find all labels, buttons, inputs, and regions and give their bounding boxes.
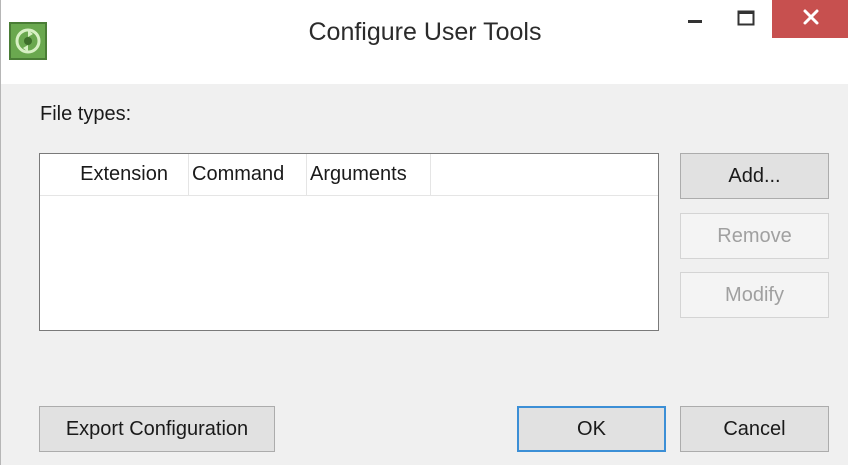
title-bar[interactable]: Configure User Tools [1, 0, 848, 84]
minimize-icon [687, 10, 703, 31]
file-types-list[interactable]: Extension Command Arguments [39, 153, 659, 331]
cancel-button[interactable]: Cancel [680, 406, 829, 452]
file-types-label: File types: [40, 103, 132, 125]
export-configuration-button[interactable]: Export Configuration [39, 406, 275, 452]
maximize-button[interactable] [717, 0, 775, 40]
column-header-arguments[interactable]: Arguments [307, 154, 431, 195]
maximize-icon [737, 10, 755, 31]
add-button[interactable]: Add... [680, 153, 829, 199]
column-header-command[interactable]: Command [189, 154, 307, 195]
configure-user-tools-dialog: Configure User Tools File types: Extensi… [0, 0, 848, 465]
column-header-extension[interactable]: Extension [40, 154, 189, 195]
list-header: Extension Command Arguments [40, 154, 658, 196]
remove-button[interactable]: Remove [680, 213, 829, 259]
recycle-green-icon[interactable] [9, 22, 47, 60]
minimize-button[interactable] [666, 0, 724, 40]
ok-button[interactable]: OK [517, 406, 666, 452]
close-icon [802, 8, 820, 31]
close-button[interactable] [772, 0, 848, 38]
modify-button[interactable]: Modify [680, 272, 829, 318]
